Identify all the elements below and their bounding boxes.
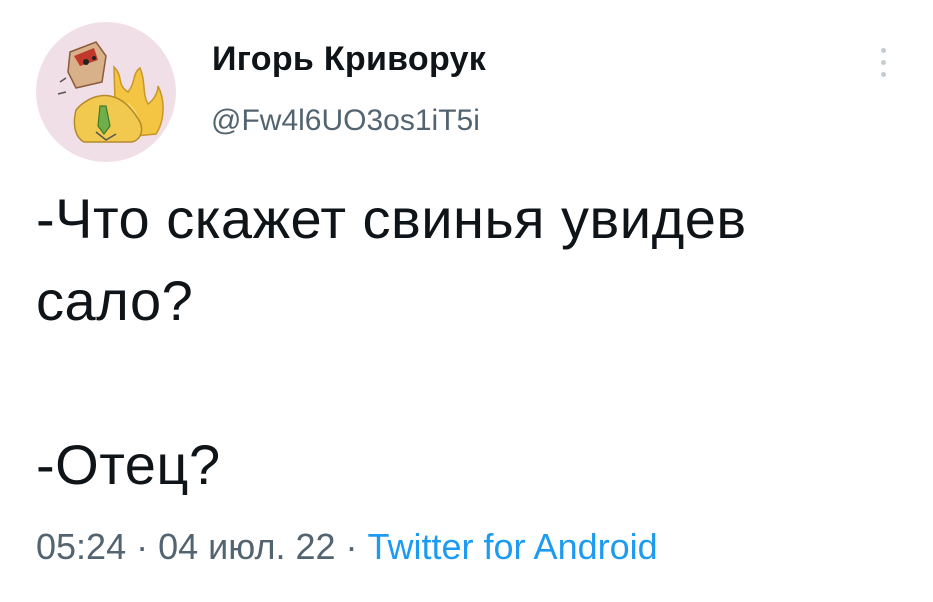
display-name[interactable]: Игорь Криворук <box>212 40 486 79</box>
more-options-icon[interactable] <box>872 44 896 84</box>
tweet-date[interactable]: 04 июл. 22 <box>158 526 335 567</box>
tweet-source[interactable]: Twitter for Android <box>368 526 658 567</box>
tweet-line-answer: -Отец? <box>36 433 221 496</box>
avatar-image <box>57 41 164 143</box>
tweet-line-question: -Что скажет свинья увидев сало? <box>36 187 747 332</box>
user-handle[interactable]: @Fw4l6UO3os1iT5i <box>211 104 480 138</box>
tweet-text: -Что скажет свинья увидев сало? -Отец? <box>36 178 916 506</box>
tweet-meta: 05:24 · 04 июл. 22 · Twitter for Android <box>36 526 658 568</box>
meta-separator: · <box>136 526 149 567</box>
avatar[interactable] <box>36 22 176 162</box>
meta-separator: · <box>345 526 358 567</box>
tweet-card: Игорь Криворук @Fw4l6UO3os1iT5i -Что ска… <box>0 0 933 602</box>
tweet-time[interactable]: 05:24 <box>36 526 126 567</box>
